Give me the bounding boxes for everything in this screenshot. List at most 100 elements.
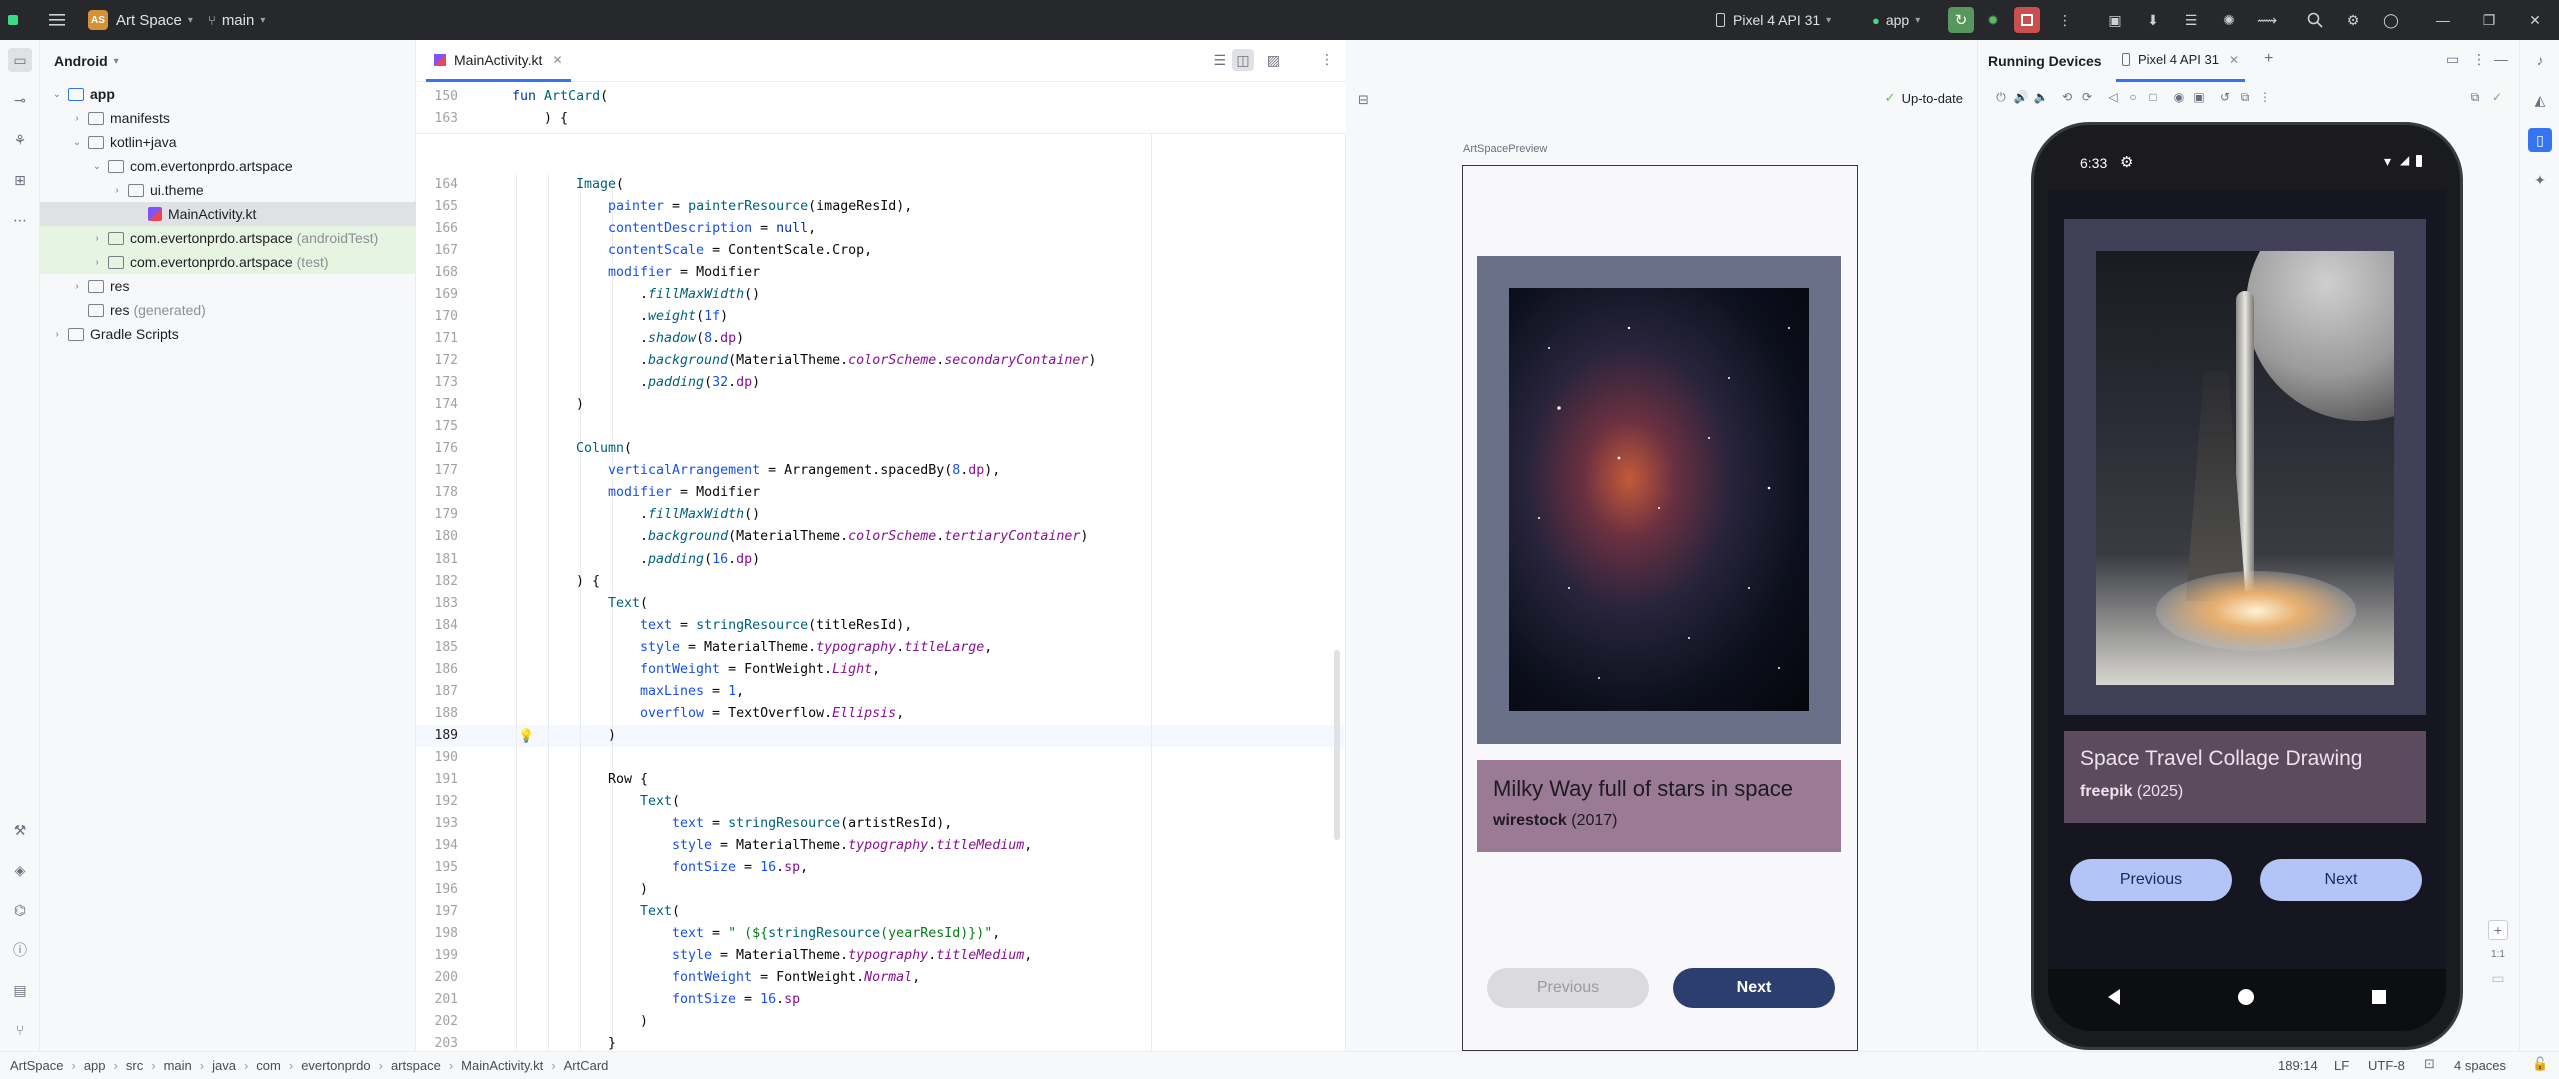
device-selector[interactable]: Pixel 4 API 31 ▾	[1716, 0, 1831, 40]
breadcrumb-item[interactable]: artspace	[391, 1058, 441, 1073]
run-config-selector[interactable]: ● app ▾	[1872, 0, 1920, 40]
code-line[interactable]: ) {	[576, 571, 600, 593]
tree-item[interactable]: › Gradle Scripts	[40, 322, 416, 346]
tree-item[interactable]: res (generated)	[40, 298, 416, 322]
lock-icon[interactable]: 🔓	[2532, 1056, 2548, 1072]
chevron-right-icon[interactable]: ›	[70, 113, 84, 124]
running-devices-tool-button[interactable]: ▯	[2528, 128, 2552, 152]
code-line[interactable]: .weight(1f)	[640, 306, 728, 328]
back-button[interactable]: ◁	[2104, 88, 2122, 106]
sdk-manager-button[interactable]: ⬇	[2142, 0, 2164, 40]
tree-item[interactable]: › com.evertonprdo.artspace (test)	[40, 250, 416, 274]
breadcrumb-item[interactable]: com	[256, 1058, 281, 1073]
breadcrumb-item[interactable]: ArtSpace	[10, 1058, 63, 1073]
close-window-button[interactable]: ✕	[2524, 0, 2546, 40]
build-tool-button[interactable]: ⚒	[8, 818, 32, 842]
code-line[interactable]: Column(	[576, 438, 632, 460]
code-line[interactable]: style = MaterialTheme.typography.titleLa…	[640, 637, 992, 659]
code-line[interactable]: .padding(16.dp)	[640, 549, 760, 571]
main-menu-button[interactable]	[46, 0, 68, 40]
chevron-down-icon[interactable]: ⌄	[90, 161, 104, 172]
mirror-button[interactable]: ⧉	[2236, 88, 2254, 106]
more-tools-button[interactable]: ⋯	[8, 208, 32, 232]
problems-tool-button[interactable]: ⓘ	[8, 938, 32, 962]
zoom-in-button[interactable]: +	[2488, 920, 2508, 940]
code-line[interactable]: modifier = Modifier	[608, 482, 760, 504]
rerun-button[interactable]: ↻	[1948, 0, 1974, 40]
nav-overview-icon[interactable]	[2372, 990, 2386, 1004]
zoom-actual-button[interactable]: 1:1	[2488, 944, 2508, 964]
preview-toggle-button[interactable]: ⊟	[1358, 92, 1369, 108]
branch-selector[interactable]: ⑂ main ▾	[208, 0, 265, 40]
tree-item[interactable]: MainActivity.kt	[40, 202, 416, 226]
device-manager-button[interactable]: ▣	[2104, 0, 2126, 40]
tree-item[interactable]: › ui.theme	[40, 178, 416, 202]
code-line[interactable]: Image(	[576, 174, 624, 196]
breadcrumb-item[interactable]: evertonprdo	[301, 1058, 370, 1073]
code-area[interactable]: 164 Image(165 painter = painterResource(im…	[416, 82, 1346, 1079]
volume-down-button[interactable]: 🔈	[2032, 88, 2050, 106]
code-line[interactable]: overflow = TextOverflow.Ellipsis,	[640, 703, 904, 725]
code-line[interactable]: contentDescription = null,	[608, 218, 816, 240]
preview-previous-button[interactable]: Previous	[1487, 968, 1649, 1008]
code-line[interactable]: text = stringResource(titleResId),	[640, 615, 912, 637]
project-view-selector[interactable]: Android ▾	[40, 40, 415, 82]
line-separator[interactable]: LF	[2334, 1058, 2349, 1073]
zoom-fit-button[interactable]: ▭	[2488, 968, 2508, 988]
chevron-down-icon[interactable]: ⌄	[50, 89, 64, 100]
app-inspection-button[interactable]: ⌬	[8, 898, 32, 922]
tree-item[interactable]: ⌄ app	[40, 82, 416, 106]
commit-tool-button[interactable]: ⊸	[8, 88, 32, 112]
window-sync-button[interactable]: ⧉	[2466, 88, 2484, 106]
file-encoding[interactable]: UTF-8	[2368, 1058, 2405, 1073]
gemini-tool-button[interactable]: ✦	[2528, 168, 2552, 192]
chevron-right-icon[interactable]: ›	[110, 185, 124, 196]
preview-frame[interactable]: Milky Way full of stars in space wiresto…	[1462, 165, 1858, 1051]
tree-item[interactable]: ⌄ com.evertonprdo.artspace	[40, 154, 416, 178]
layout-inspector-button[interactable]: ☰	[2180, 0, 2202, 40]
screen-record-button[interactable]: ▣	[2190, 88, 2208, 106]
panel-layout-button[interactable]: ▭	[2446, 51, 2459, 68]
tree-item[interactable]: › com.evertonprdo.artspace (androidTest)	[40, 226, 416, 250]
code-line[interactable]: text = stringResource(artistResId),	[672, 813, 952, 835]
code-line[interactable]: )	[640, 879, 648, 901]
gradle-tool-button[interactable]: ◭	[2528, 88, 2552, 112]
code-line[interactable]: text = " (${stringResource(yearResId)})"…	[672, 923, 1000, 945]
tab-main-activity[interactable]: MainActivity.kt ✕	[426, 40, 571, 82]
stop-button[interactable]	[2014, 0, 2040, 40]
code-line[interactable]: .padding(32.dp)	[640, 372, 760, 394]
nav-back-icon[interactable]	[2108, 989, 2120, 1005]
rotate-right-button[interactable]: ⟳	[2078, 88, 2096, 106]
device-screen[interactable]: 6:33 ⚙ ▾ ◢ Space Travel Collage Drawing …	[2048, 139, 2446, 1031]
design-view-button[interactable]: ▨	[1267, 52, 1280, 69]
caret-position[interactable]: 189:14	[2278, 1058, 2318, 1073]
indent-settings[interactable]: 4 spaces	[2454, 1058, 2506, 1073]
code-line[interactable]: .background(MaterialTheme.colorScheme.se…	[640, 350, 1096, 372]
project-tool-button[interactable]: ▭	[8, 48, 32, 72]
breadcrumb-item[interactable]: main	[164, 1058, 192, 1073]
lightbulb-icon[interactable]: 💡	[518, 728, 534, 744]
add-device-button[interactable]: +	[2264, 50, 2273, 68]
code-line[interactable]: maxLines = 1,	[640, 681, 744, 703]
resource-manager-button[interactable]: ⚘	[8, 128, 32, 152]
chevron-right-icon[interactable]: ›	[70, 281, 84, 292]
code-line[interactable]: Text(	[640, 791, 680, 813]
snapshot-button[interactable]: ↺	[2216, 88, 2234, 106]
chevron-down-icon[interactable]: ⌄	[70, 137, 84, 148]
tree-item[interactable]: › manifests	[40, 106, 416, 130]
power-button[interactable]: ⏻	[1992, 88, 2010, 106]
screenshot-button[interactable]: ◉	[2170, 88, 2188, 106]
structure-tool-button[interactable]: ⊞	[8, 168, 32, 192]
device-next-button[interactable]: Next	[2260, 859, 2422, 901]
debug-button[interactable]: ✹	[1982, 0, 2004, 40]
close-icon[interactable]: ✕	[552, 53, 562, 67]
nav-home-icon[interactable]	[2238, 989, 2254, 1005]
version-control-button[interactable]: ⑂	[8, 1018, 32, 1042]
breadcrumb-item[interactable]: src	[126, 1058, 143, 1073]
code-line[interactable]: fontSize = 16.sp,	[672, 857, 808, 879]
chevron-right-icon[interactable]: ›	[50, 329, 64, 340]
code-line[interactable]: fontWeight = FontWeight.Light,	[640, 659, 880, 681]
settings-button[interactable]: ⚙	[2342, 0, 2364, 40]
chevron-right-icon[interactable]: ›	[90, 257, 104, 268]
code-line[interactable]: .fillMaxWidth()	[640, 284, 760, 306]
